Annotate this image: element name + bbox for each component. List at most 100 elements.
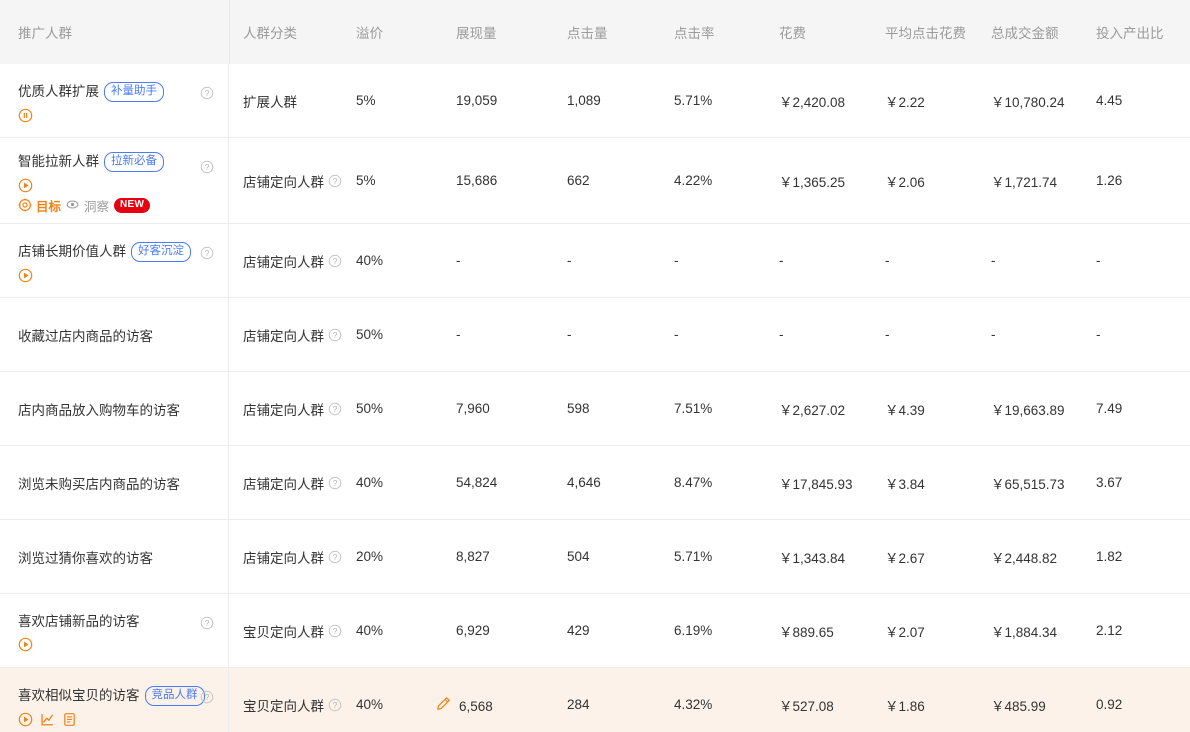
- cell-cost: ￥17,845.93: [779, 476, 853, 492]
- crowd-help-icon[interactable]: ?: [200, 86, 214, 100]
- crowd-name-label: 浏览未购买店内商品的访客: [18, 476, 180, 492]
- edit-pencil-icon[interactable]: [436, 696, 451, 714]
- category-help-icon[interactable]: ?: [328, 698, 342, 712]
- cell-cost: ￥1,365.25: [779, 174, 846, 190]
- table-row[interactable]: 喜欢店铺新品的访客? 宝贝定向人群? 40% 6,929 429 6.19% ￥889.65…: [0, 594, 1190, 668]
- table-row[interactable]: 智能拉新人群 拉新必备 目标 洞察 NEW? 店铺定向人群? 5% 15,686 662 4.22…: [0, 138, 1190, 224]
- column-header-impressions[interactable]: 展现量: [456, 22, 567, 42]
- crowd-tag-badge: 补量助手: [104, 82, 164, 102]
- crowd-name-cell: 智能拉新人群 拉新必备 目标 洞察 NEW?: [0, 138, 229, 223]
- play-circle-icon[interactable]: [18, 637, 33, 652]
- column-header-bid[interactable]: 溢价: [356, 22, 456, 42]
- cell-category: 店铺定向人群?: [229, 473, 356, 493]
- table-row[interactable]: 店内商品放入购物车的访客 店铺定向人群? 50% 7,960 598 7.51% ￥2,62…: [0, 372, 1190, 446]
- column-header-category[interactable]: 人群分类: [229, 22, 356, 42]
- svg-text:?: ?: [333, 404, 338, 413]
- column-header-gmv[interactable]: 总成交金额: [991, 22, 1096, 42]
- play-circle-icon[interactable]: [18, 712, 33, 727]
- promotion-crowd-table: 推广人群 人群分类 溢价 展现量 点击量 点击率 花费 平均点击花费 总成交金额…: [0, 0, 1190, 732]
- row-metrics: 宝贝定向人群? 40% 6,929 429 6.19% ￥889.65 ￥2.07 ￥1,88…: [229, 594, 1190, 667]
- impressions-value: 54,824: [456, 475, 498, 490]
- cell-gmv: ￥1,721.74: [991, 174, 1058, 190]
- cell-clicks: 662: [567, 173, 590, 188]
- row-metrics: 店铺定向人群? 50% 7,960 598 7.51% ￥2,627.02 ￥4.39 ￥19…: [229, 372, 1190, 445]
- cell-ctr: 5.71%: [674, 549, 713, 564]
- table-row[interactable]: 收藏过店内商品的访客 店铺定向人群? 50% - - - - - - -: [0, 298, 1190, 372]
- play-circle-icon[interactable]: [18, 268, 33, 283]
- svg-text:?: ?: [333, 176, 338, 185]
- crowd-help-icon[interactable]: ?: [200, 246, 214, 260]
- cell-cpc: ￥3.84: [885, 476, 925, 492]
- column-header-cpc[interactable]: 平均点击花费: [885, 22, 991, 42]
- cell-gmv: ￥2,448.82: [991, 550, 1058, 566]
- svg-text:?: ?: [333, 478, 338, 487]
- crowd-help-icon[interactable]: ?: [200, 160, 214, 174]
- cell-clicks: 4,646: [567, 475, 601, 490]
- cell-category: 宝贝定向人群?: [229, 695, 356, 715]
- cell-gmv: ￥65,515.73: [991, 476, 1065, 492]
- table-row[interactable]: 喜欢相似宝贝的访客 竞品人群? 宝贝定向人群? 40% 6,568 284 4.32% ￥52…: [0, 668, 1190, 732]
- category-help-icon[interactable]: ?: [328, 174, 342, 188]
- report-document-icon[interactable]: [62, 712, 77, 727]
- category-help-icon[interactable]: ?: [328, 402, 342, 416]
- insight-eye-icon: [66, 198, 81, 213]
- category-help-icon[interactable]: ?: [328, 328, 342, 342]
- cell-category: 宝贝定向人群?: [229, 621, 356, 641]
- impressions-value: -: [456, 253, 461, 268]
- category-help-icon[interactable]: ?: [328, 550, 342, 564]
- insight-button[interactable]: 洞察: [66, 196, 109, 215]
- cell-ctr: 4.22%: [674, 173, 713, 188]
- cell-roi: -: [1096, 327, 1101, 342]
- cell-cost: -: [779, 253, 784, 268]
- line-chart-icon[interactable]: [40, 712, 55, 727]
- cell-impressions: 15,686: [456, 173, 567, 188]
- pause-circle-icon[interactable]: [18, 108, 33, 123]
- cell-cost: ￥527.08: [779, 698, 834, 714]
- crowd-help-icon[interactable]: ?: [200, 690, 214, 704]
- cell-roi: 4.45: [1096, 93, 1123, 108]
- crowd-tag-badge: 竞品人群: [144, 686, 205, 706]
- cell-bid: 50%: [356, 401, 384, 416]
- column-header-cost[interactable]: 花费: [779, 22, 885, 42]
- column-header-ctr[interactable]: 点击率: [674, 22, 779, 42]
- category-label: 扩展人群: [243, 94, 297, 110]
- cell-impressions: 6,568: [437, 696, 567, 714]
- crowd-name-line: 优质人群扩展 补量助手: [18, 82, 212, 102]
- svg-text:?: ?: [205, 89, 210, 98]
- crowd-help-icon[interactable]: ?: [200, 616, 214, 630]
- svg-text:?: ?: [333, 256, 338, 265]
- table-row[interactable]: 浏览过猜你喜欢的访客 店铺定向人群? 20% 8,827 504 5.71% ￥1,343.…: [0, 520, 1190, 594]
- cell-category: 店铺定向人群?: [229, 251, 356, 271]
- crowd-name-cell: 浏览未购买店内商品的访客: [0, 446, 229, 519]
- column-header-roi[interactable]: 投入产出比: [1096, 22, 1176, 42]
- table-row[interactable]: 优质人群扩展 补量助手? 扩展人群 5% 19,059 1,089 5.71% ￥2,420.…: [0, 64, 1190, 138]
- goal-button[interactable]: 目标: [18, 196, 61, 215]
- category-help-icon[interactable]: ?: [328, 254, 342, 268]
- row-goal-insight: 目标 洞察 NEW: [18, 196, 212, 215]
- cell-bid: 20%: [356, 549, 384, 564]
- table-row[interactable]: 店铺长期价值人群 好客沉淀? 店铺定向人群? 40% - - - - - - -: [0, 224, 1190, 298]
- cell-cpc: ￥4.39: [885, 402, 925, 418]
- cell-clicks: -: [567, 327, 572, 342]
- row-action-icons: [18, 636, 212, 652]
- crowd-name-line: 智能拉新人群 拉新必备: [18, 152, 212, 172]
- column-header-crowd: 推广人群: [18, 26, 72, 41]
- category-help-icon[interactable]: ?: [328, 476, 342, 490]
- cell-category: 店铺定向人群?: [229, 171, 356, 191]
- category-label: 店铺定向人群: [243, 254, 324, 270]
- cell-roi: -: [1096, 253, 1101, 268]
- cell-impressions: -: [456, 327, 567, 342]
- frozen-column-divider: [229, 0, 230, 64]
- column-header-clicks[interactable]: 点击量: [567, 22, 674, 42]
- svg-text:?: ?: [333, 330, 338, 339]
- row-metrics: 店铺定向人群? 20% 8,827 504 5.71% ￥1,343.84 ￥2.67 ￥2,…: [229, 520, 1190, 593]
- cell-ctr: 5.71%: [674, 93, 713, 108]
- crowd-name-label: 收藏过店内商品的访客: [18, 328, 153, 344]
- cell-roi: 1.82: [1096, 549, 1123, 564]
- category-help-icon[interactable]: ?: [328, 624, 342, 638]
- cell-roi: 7.49: [1096, 401, 1123, 416]
- svg-text:?: ?: [205, 693, 210, 702]
- crowd-name-cell: 喜欢店铺新品的访客?: [0, 594, 229, 667]
- table-row[interactable]: 浏览未购买店内商品的访客 店铺定向人群? 40% 54,824 4,646 8.47% ￥1…: [0, 446, 1190, 520]
- play-circle-icon[interactable]: [18, 178, 33, 193]
